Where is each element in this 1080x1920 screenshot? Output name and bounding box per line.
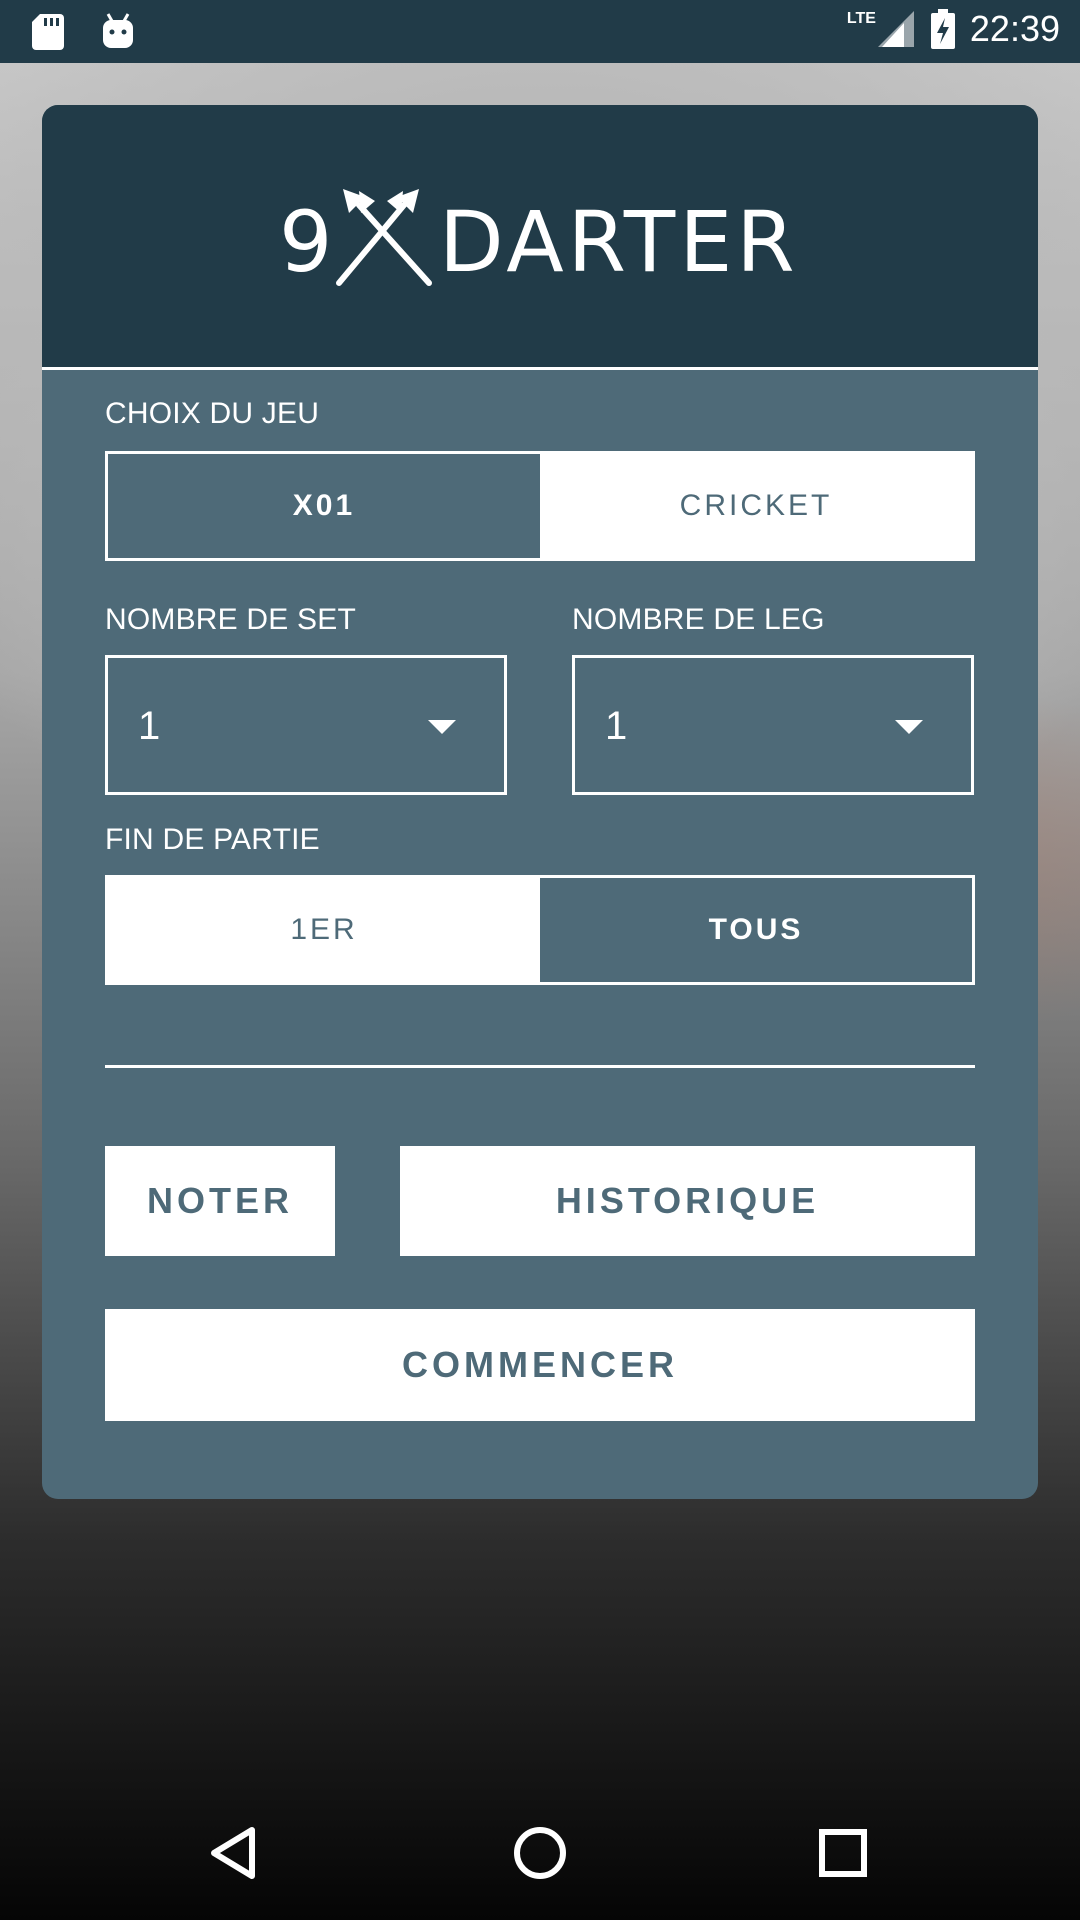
- sets-dropdown[interactable]: 1: [105, 655, 507, 795]
- sd-card-icon: [32, 14, 64, 50]
- legs-dropdown[interactable]: 1: [572, 655, 974, 795]
- network-type-label: LTE: [846, 10, 876, 27]
- battery-charging-icon: [930, 9, 955, 49]
- start-button[interactable]: COMMENCER: [105, 1309, 975, 1421]
- sets-label: NOMBRE DE SET: [105, 603, 356, 636]
- history-button[interactable]: HISTORIQUE: [400, 1146, 975, 1256]
- game-setup-card: 9 DARTER CHOIX DU JEU X01 CRICKET NOMBRE…: [42, 105, 1038, 1499]
- dropdown-arrow-icon: [895, 720, 923, 734]
- rate-button[interactable]: NOTER: [105, 1146, 335, 1256]
- app-header: 9 DARTER: [42, 105, 1038, 370]
- home-icon[interactable]: [505, 1818, 575, 1888]
- game-choice-label: CHOIX DU JEU: [105, 397, 320, 430]
- legs-value: 1: [605, 704, 628, 748]
- back-icon[interactable]: [200, 1818, 270, 1888]
- option-x01[interactable]: X01: [108, 454, 540, 558]
- dropdown-arrow-icon: [428, 720, 456, 734]
- end-of-game-label: FIN DE PARTIE: [105, 823, 320, 856]
- end-of-game-toggle: 1ER TOUS: [105, 875, 975, 985]
- legs-label: NOMBRE DE LEG: [572, 603, 825, 636]
- sets-value: 1: [138, 704, 161, 748]
- status-bar: LTE 22:39: [0, 0, 1080, 63]
- lte-signal-icon: [877, 11, 914, 47]
- app-logo: 9 DARTER: [279, 189, 799, 291]
- option-all[interactable]: TOUS: [540, 878, 972, 982]
- game-choice-toggle: X01 CRICKET: [105, 451, 975, 561]
- crossed-darts-icon: [336, 189, 432, 286]
- android-icon: [103, 13, 133, 48]
- logo-text: DARTER: [439, 193, 799, 291]
- option-first[interactable]: 1ER: [108, 878, 540, 982]
- recents-icon[interactable]: [808, 1818, 878, 1888]
- navigation-bar: [0, 1788, 1080, 1920]
- logo-prefix: 9: [279, 193, 332, 291]
- option-cricket[interactable]: CRICKET: [540, 454, 972, 558]
- clock: 22:39: [969, 8, 1060, 49]
- divider: [105, 1065, 975, 1068]
